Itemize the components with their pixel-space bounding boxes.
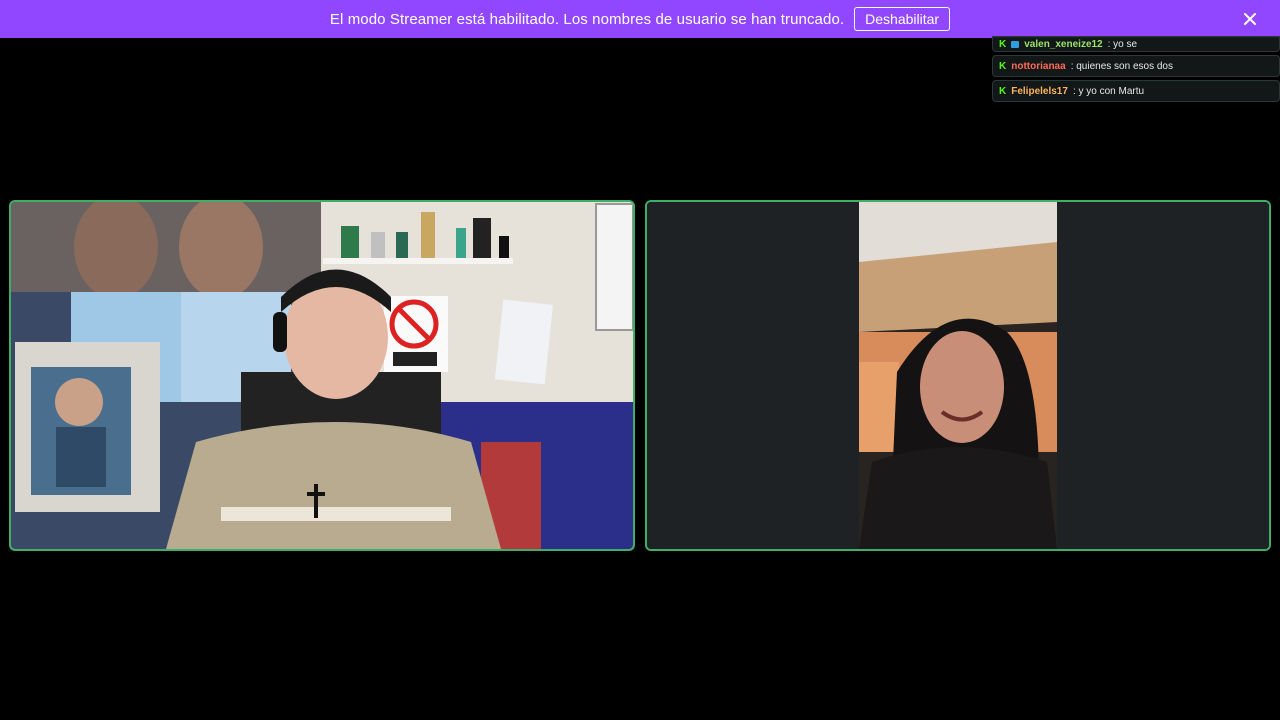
- kick-icon: K: [999, 38, 1007, 50]
- webcam-video[interactable]: [9, 200, 635, 551]
- guest-video[interactable]: [645, 200, 1271, 551]
- chat-message: K nottorianaa : quienes son esos dos: [992, 55, 1280, 77]
- chat-overlay: K valen_xeneize12 : yo se K nottorianaa …: [992, 36, 1280, 102]
- banner-message: El modo Streamer está habilitado. Los no…: [329, 10, 845, 28]
- chat-text: : y yo con Martu: [1072, 85, 1145, 97]
- chat-username[interactable]: nottorianaa: [1011, 61, 1065, 72]
- subscriber-badge-icon: [1011, 40, 1020, 48]
- disable-streamer-mode-button[interactable]: Deshabilitar: [854, 7, 951, 31]
- chat-message: K Felipelels17 : y yo con Martu: [992, 80, 1280, 102]
- chat-text: : yo se: [1107, 38, 1138, 50]
- chat-text: : quienes son esos dos: [1070, 60, 1173, 72]
- kick-icon: K: [999, 85, 1007, 97]
- chat-username[interactable]: valen_xeneize12: [1024, 39, 1102, 50]
- close-icon[interactable]: [1240, 9, 1260, 29]
- streamer-mode-banner: El modo Streamer está habilitado. Los no…: [0, 0, 1280, 38]
- chat-message: K valen_xeneize12 : yo se: [992, 36, 1280, 52]
- kick-icon: K: [999, 60, 1007, 72]
- chat-username[interactable]: Felipelels17: [1011, 86, 1068, 97]
